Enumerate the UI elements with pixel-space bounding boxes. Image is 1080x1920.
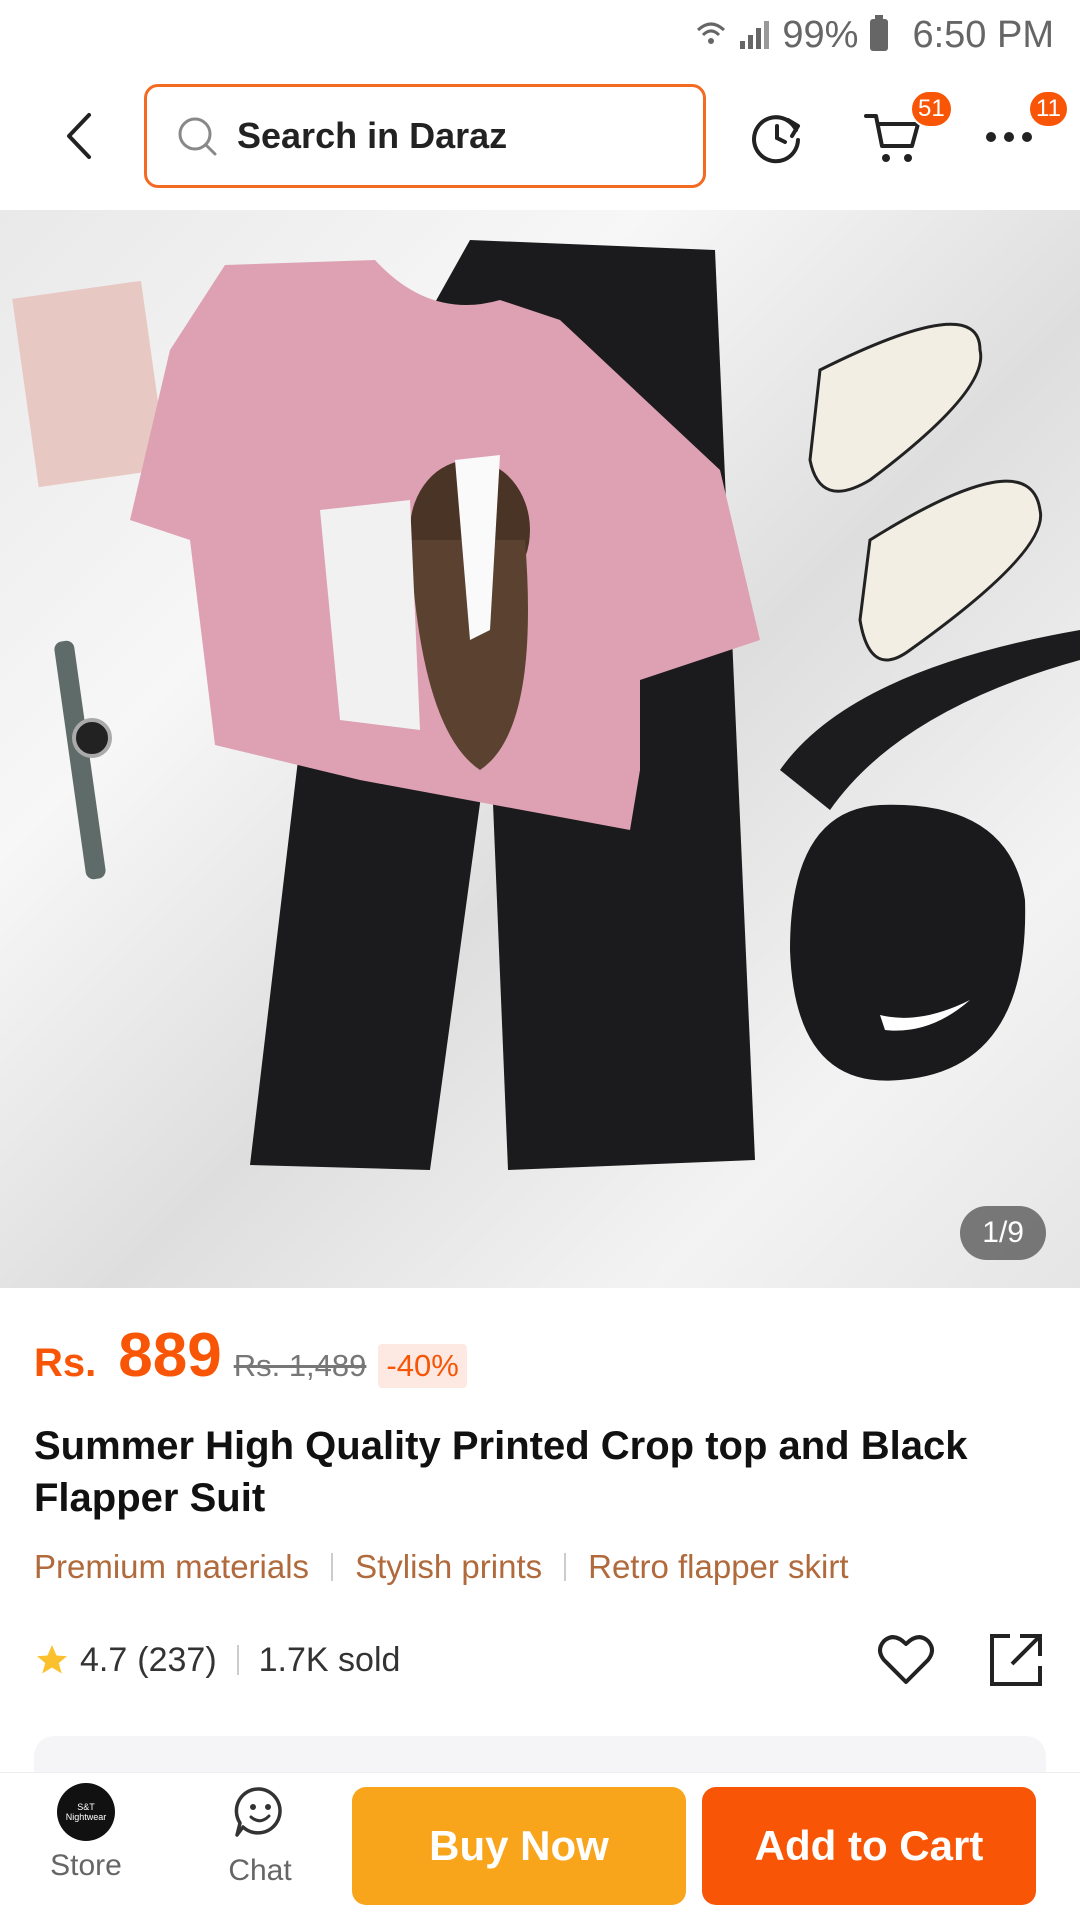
sold-count: 1.7K sold [258,1640,401,1679]
more-button[interactable]: 11 [976,90,1069,170]
add-to-cart-button[interactable]: Add to Cart [702,1787,1036,1905]
buy-now-button[interactable]: Buy Now [352,1787,686,1905]
feature-tags: Premium materials Stylish prints Retro f… [34,1548,849,1586]
search-input[interactable]: Search in Daraz [144,84,706,188]
chat-icon [234,1787,282,1837]
black-bag [790,804,1026,1081]
chat-button[interactable]: Chat [212,1783,308,1888]
feature-tag: Premium materials [34,1548,310,1585]
chat-label: Chat [228,1854,292,1887]
review-count[interactable]: (237) [137,1641,216,1680]
back-button[interactable] [48,106,108,166]
signal-icon [738,19,770,51]
watch-strap [54,640,106,880]
original-price: Rs. 1,489 [233,1348,367,1383]
chevron-left-icon [67,113,91,159]
divider [331,1553,334,1581]
product-title: Summer High Quality Printed Crop top and… [34,1424,968,1520]
cart-button[interactable]: 51 [860,90,953,170]
sneakers [808,322,1043,662]
store-button[interactable]: S&T Nightwear Store [38,1783,134,1883]
wifi-icon [696,18,726,52]
top-header: Search in Daraz 51 11 [0,84,1080,188]
divider [564,1553,567,1581]
clock: 6:50 PM [912,13,1054,56]
search-placeholder: Search in Daraz [237,115,508,156]
battery-percent: 99% [782,13,859,56]
divider [236,1645,239,1675]
history-icon [752,115,800,164]
store-logo-icon: S&T Nightwear [57,1783,115,1841]
product-image[interactable]: 1/9 [0,210,1080,1288]
note-card [12,280,168,488]
share-icon[interactable] [986,1630,1046,1690]
feature-tag: Retro flapper skirt [588,1548,849,1585]
store-label: Store [50,1849,122,1882]
price-currency: Rs. [34,1341,97,1385]
discount-badge: -40% [378,1344,467,1388]
price-row: Rs. 889 Rs. 1,489 -40% [34,1320,467,1391]
cart-badge: 51 [910,90,953,128]
status-bar: 99% 6:50 PM [0,0,1080,70]
price-value: 889 [118,1321,222,1390]
battery-icon [870,15,900,51]
image-counter: 1/9 [960,1206,1046,1260]
rating-row: 4.7 (237) 1.7K sold [34,1630,1046,1690]
product-photo [12,240,1080,1170]
watch-face [72,718,112,758]
history-button[interactable] [744,104,810,170]
search-icon [178,117,217,156]
bottom-action-bar: S&T Nightwear Store Chat Buy Now Add to C… [0,1772,1080,1920]
heart-icon[interactable] [876,1632,936,1688]
star-icon [37,1645,67,1674]
rating-value[interactable]: 4.7 [80,1641,127,1680]
more-badge: 11 [1028,90,1069,128]
bag-strap [780,630,1080,810]
feature-tag: Stylish prints [355,1548,543,1585]
more-icon [986,132,1032,142]
